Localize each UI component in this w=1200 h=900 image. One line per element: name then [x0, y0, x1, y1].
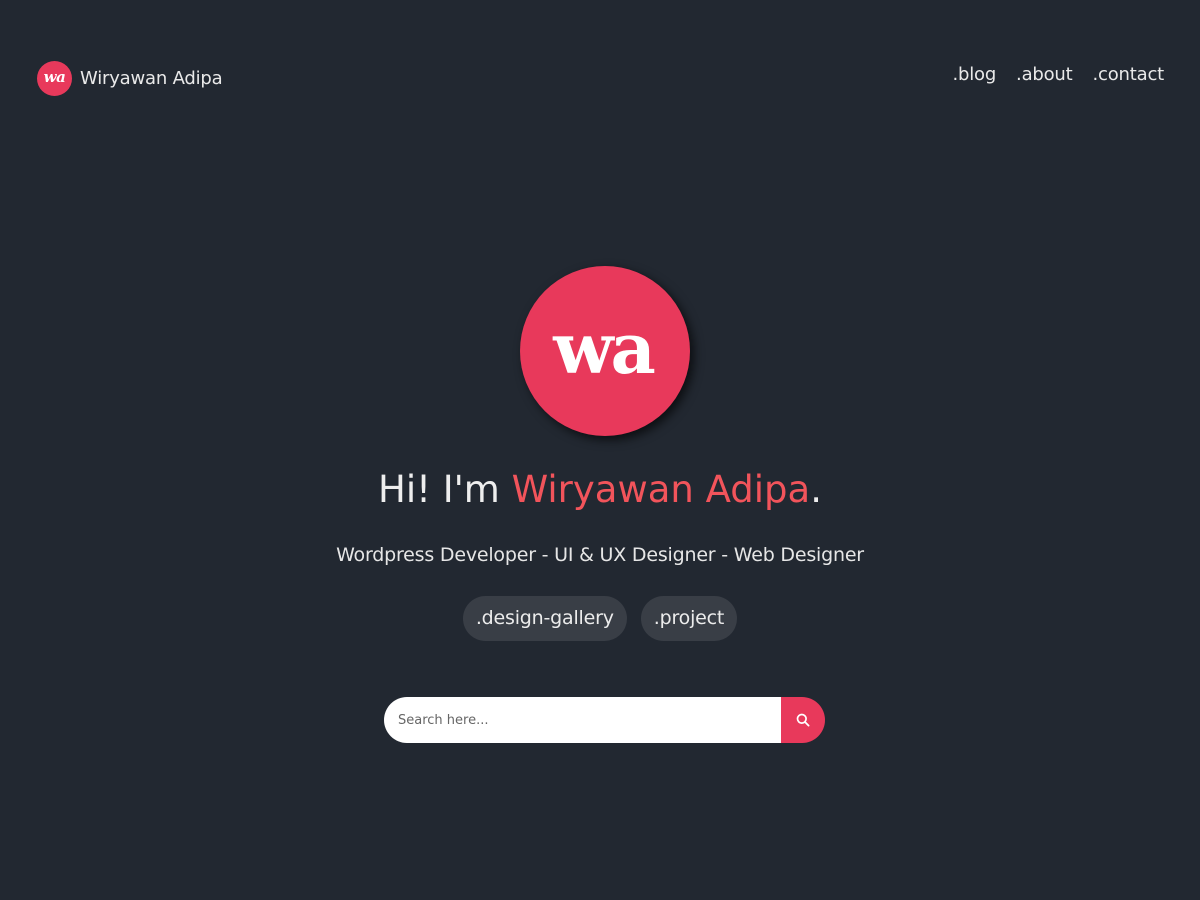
- hero-subtitle: Wordpress Developer - UI & UX Designer -…: [336, 544, 864, 566]
- nav-link-about[interactable]: .about: [1016, 64, 1073, 85]
- brand-logo: wa: [37, 60, 72, 96]
- tag-buttons: .design-gallery .project: [0, 596, 1200, 641]
- brand-logo-text: wa: [43, 68, 66, 86]
- search-input[interactable]: [384, 697, 781, 743]
- hero-title: Hi! I'm Wiryawan Adipa.: [0, 462, 1200, 518]
- hero-title-name: Wiryawan Adipa: [511, 468, 811, 511]
- design-gallery-button[interactable]: .design-gallery: [462, 596, 627, 641]
- search-form: [384, 697, 825, 743]
- project-button[interactable]: .project: [640, 596, 738, 641]
- brand-name: Wiryawan Adipa: [80, 67, 223, 89]
- hero-title-suffix: .: [810, 468, 822, 511]
- search-icon: [796, 713, 810, 727]
- site-header: wa Wiryawan Adipa .blog .about .contact: [0, 0, 1200, 154]
- main-nav: .blog .about .contact: [952, 64, 1164, 85]
- brand-link[interactable]: wa Wiryawan Adipa: [37, 60, 223, 96]
- nav-link-contact[interactable]: .contact: [1093, 64, 1165, 85]
- hero-logo: wa: [520, 266, 690, 436]
- hero-title-prefix: Hi! I'm: [378, 468, 512, 511]
- nav-link-blog[interactable]: .blog: [952, 64, 996, 85]
- search-button[interactable]: [781, 697, 825, 743]
- hero-logo-text: wa: [553, 306, 656, 390]
